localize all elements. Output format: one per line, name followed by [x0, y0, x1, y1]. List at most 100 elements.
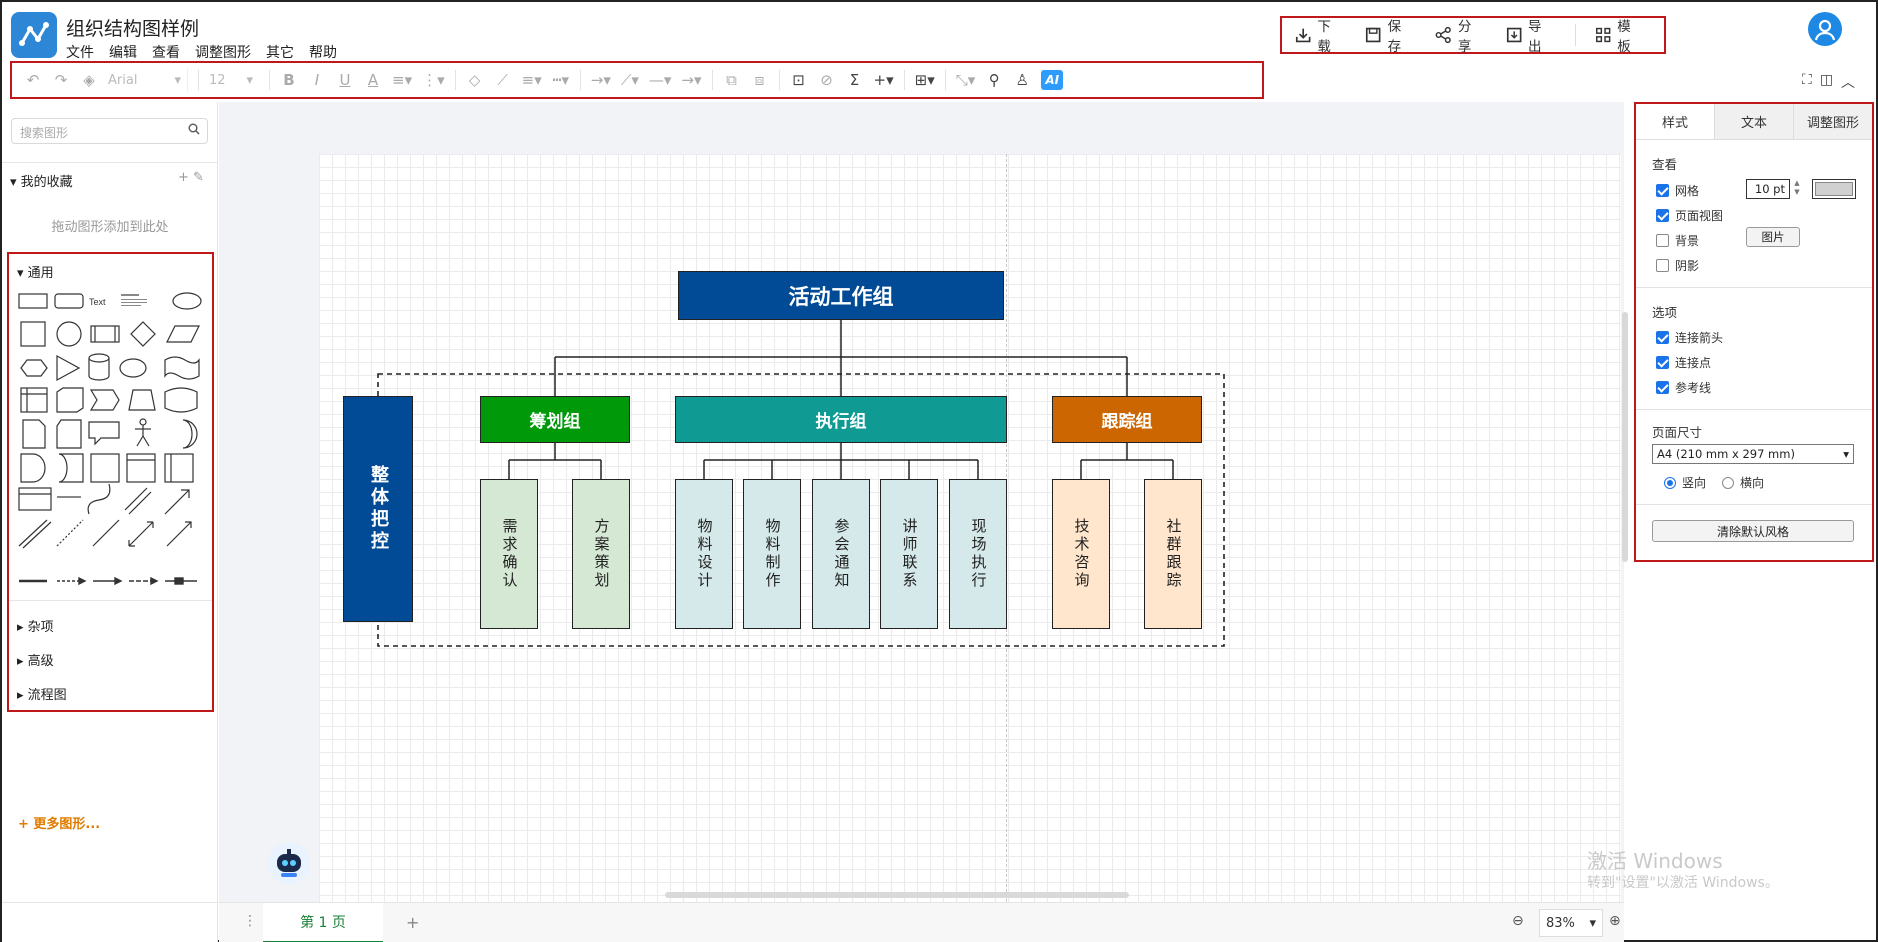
general-header[interactable]: ▾ 通用 — [17, 262, 54, 281]
font-color-icon[interactable]: A — [364, 69, 382, 91]
align-icon[interactable]: ≡▾ — [392, 69, 412, 91]
menu-extras[interactable]: 其它 — [266, 42, 294, 62]
node-group-planning[interactable]: 筹划组 — [480, 396, 630, 443]
undo-icon[interactable]: ↶ — [24, 69, 42, 91]
menu-arrange[interactable]: 调整图形 — [195, 42, 251, 62]
share-button[interactable]: 分享 — [1434, 15, 1482, 55]
to-back-icon[interactable]: ⧈ — [751, 69, 769, 91]
landscape-radio[interactable] — [1722, 476, 1734, 489]
more-text-options-icon[interactable]: ⋮▾ — [422, 69, 445, 91]
export-button[interactable]: 导出 — [1505, 15, 1553, 55]
add-icon[interactable]: + — [178, 170, 189, 185]
menu-file[interactable]: 文件 — [66, 42, 94, 62]
font-family-select[interactable]: Arial ▾ — [108, 69, 188, 91]
node-root[interactable]: 活动工作组 — [678, 271, 1004, 320]
connect-arrows-option[interactable]: 连接箭头 — [1656, 329, 1723, 346]
redo-icon[interactable]: ↷ — [52, 69, 70, 91]
landscape-option[interactable]: 横向 — [1722, 474, 1764, 491]
formula-sigma-icon[interactable]: Σ — [846, 69, 864, 91]
grid-color-swatch[interactable] — [1812, 179, 1856, 199]
user-avatar[interactable] — [1808, 12, 1842, 46]
fullscreen-icon[interactable]: ⛶ — [1802, 72, 1812, 92]
fill-color-icon[interactable]: ◇ — [466, 69, 484, 91]
bold-icon[interactable]: B — [280, 69, 298, 91]
line-dash-icon[interactable]: ┅▾ — [552, 69, 570, 91]
page-view-checkbox[interactable] — [1656, 209, 1669, 222]
portrait-radio[interactable] — [1664, 476, 1676, 489]
node-task[interactable]: 社群跟踪 — [1144, 479, 1202, 629]
node-task[interactable]: 参会通知 — [812, 479, 870, 629]
assistant-robot-icon[interactable] — [268, 842, 310, 884]
download-button[interactable]: 下载 — [1294, 15, 1342, 55]
category-misc[interactable]: ▸ 杂项 — [17, 616, 54, 635]
background-option[interactable]: 背景 — [1656, 232, 1699, 249]
connect-points-option[interactable]: 连接点 — [1656, 354, 1711, 371]
document-title[interactable]: 组织结构图样例 — [66, 14, 199, 41]
guides-option[interactable]: 参考线 — [1656, 379, 1711, 396]
page-tab[interactable]: 第 1 页 — [263, 903, 383, 942]
shape-palette[interactable]: Text — [17, 288, 207, 553]
more-shapes-link[interactable]: + 更多图形... — [18, 813, 100, 832]
favorites-header[interactable]: ▾ 我的收藏 — [10, 171, 73, 190]
connector-style-icon[interactable]: ⟋▾ — [621, 69, 639, 91]
template-button[interactable]: 模板 — [1594, 15, 1642, 55]
line-width-icon[interactable]: ≡▾ — [522, 69, 542, 91]
connector-palette[interactable] — [17, 574, 207, 588]
horizontal-scrollbar[interactable] — [665, 892, 1129, 898]
category-advanced[interactable]: ▸ 高级 — [17, 650, 54, 669]
shirt-theme-icon[interactable]: ♙ — [1013, 69, 1031, 91]
pin-icon[interactable]: ⚲ — [985, 69, 1003, 91]
background-image-button[interactable]: 图片 — [1746, 227, 1800, 247]
background-checkbox[interactable] — [1656, 234, 1669, 247]
save-button[interactable]: 保存 — [1364, 15, 1412, 55]
edit-pencil-icon[interactable]: ✎ — [193, 170, 204, 185]
category-flowchart[interactable]: ▸ 流程图 — [17, 684, 67, 703]
italic-icon[interactable]: I — [308, 69, 326, 91]
insert-plus-icon[interactable]: +▾ — [874, 69, 894, 91]
add-page-icon[interactable]: + — [406, 913, 419, 932]
pages-menu-icon[interactable]: ⋮ — [243, 913, 257, 929]
zoom-out-icon[interactable]: ⊖ — [1512, 913, 1524, 929]
node-task[interactable]: 物料制作 — [743, 479, 801, 629]
to-front-icon[interactable]: ⧉ — [723, 69, 741, 91]
clear-default-style-button[interactable]: 清除默认风格 — [1652, 520, 1854, 542]
search-input[interactable]: 搜索图形 — [11, 118, 208, 144]
menu-help[interactable]: 帮助 — [309, 42, 337, 62]
menu-edit[interactable]: 编辑 — [109, 42, 137, 62]
font-size-select[interactable]: 12 ▾ — [209, 69, 259, 91]
waypoints-icon[interactable]: ⤡▾ — [956, 69, 976, 91]
node-group-tracking[interactable]: 跟踪组 — [1052, 396, 1202, 443]
connector-arrow-icon[interactable]: →▾ — [591, 69, 611, 91]
tab-text[interactable]: 文本 — [1714, 104, 1793, 139]
node-task[interactable]: 讲师联系 — [880, 479, 938, 629]
shadow-option[interactable]: 阴影 — [1656, 257, 1699, 274]
grid-checkbox[interactable] — [1656, 184, 1669, 197]
tab-arrange[interactable]: 调整图形 — [1793, 104, 1872, 139]
guides-checkbox[interactable] — [1656, 381, 1669, 394]
menu-view[interactable]: 查看 — [152, 42, 180, 62]
zoom-in-icon[interactable]: ⊕ — [1609, 913, 1621, 929]
format-painter-icon[interactable]: ◈ — [80, 69, 98, 91]
line-color-icon[interactable]: ⟋ — [494, 69, 512, 91]
portrait-option[interactable]: 竖向 — [1664, 474, 1706, 491]
link-icon[interactable]: ⊘ — [818, 69, 836, 91]
grid-size-input[interactable]: 10 pt — [1746, 179, 1790, 199]
node-task[interactable]: 需求确认 — [480, 479, 538, 629]
page-size-select[interactable]: A4 (210 mm x 297 mm) ▾ — [1652, 444, 1854, 464]
node-group-execution[interactable]: 执行组 — [675, 396, 1007, 443]
grid-size-stepper[interactable]: ▲ ▼ — [1792, 179, 1802, 199]
underline-icon[interactable]: U — [336, 69, 354, 91]
grid-option[interactable]: 网格 — [1656, 182, 1699, 199]
ai-button[interactable]: AI — [1041, 70, 1064, 90]
connect-points-checkbox[interactable] — [1656, 356, 1669, 369]
line-start-icon[interactable]: —▾ — [649, 69, 672, 91]
vertical-scrollbar[interactable] — [1622, 312, 1628, 562]
shadow-checkbox[interactable] — [1656, 259, 1669, 272]
page-view-option[interactable]: 页面视图 — [1656, 207, 1723, 224]
zoom-select[interactable]: 83% ▾ — [1539, 909, 1603, 937]
app-logo[interactable] — [11, 12, 57, 58]
node-task[interactable]: 技术咨询 — [1052, 479, 1110, 629]
connect-arrows-checkbox[interactable] — [1656, 331, 1669, 344]
tab-style[interactable]: 样式 — [1636, 104, 1714, 139]
collapse-up-icon[interactable]: ︿ — [1841, 72, 1855, 92]
